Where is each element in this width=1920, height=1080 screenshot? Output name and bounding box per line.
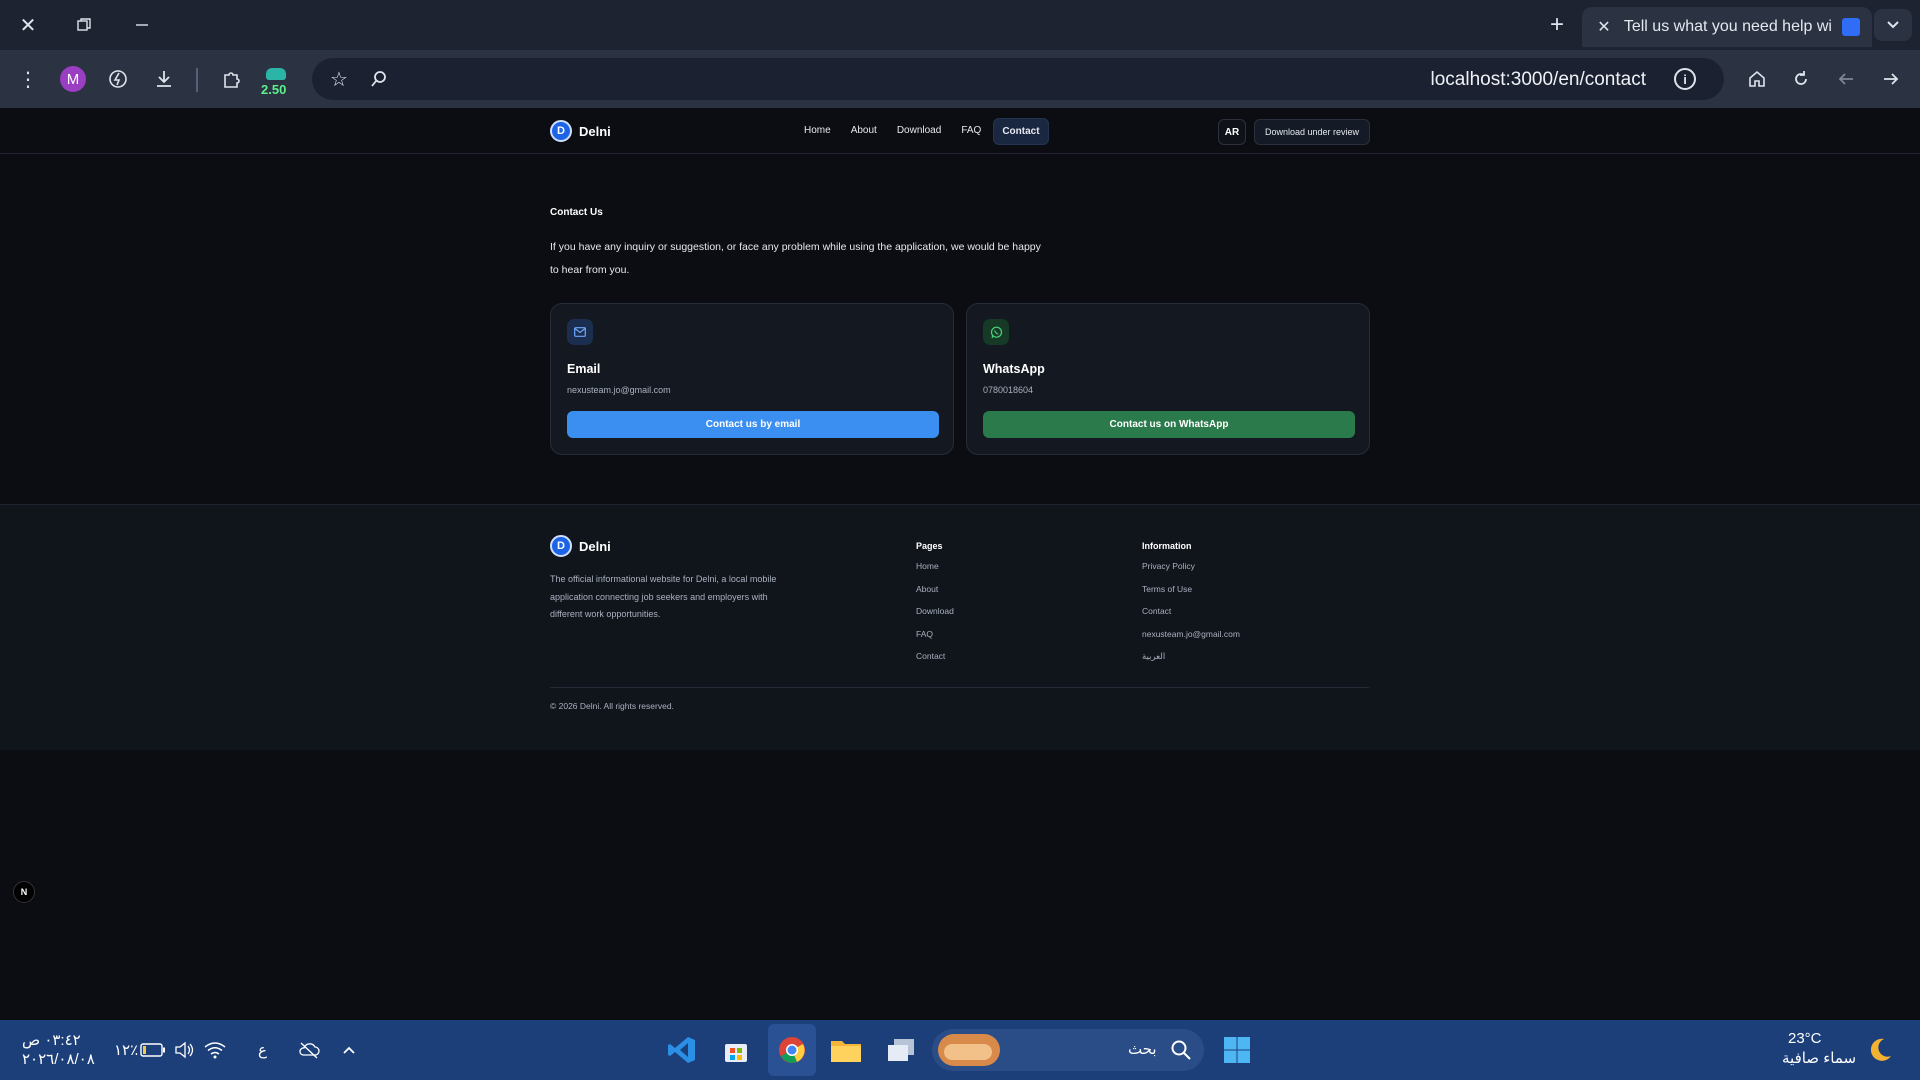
- back-arrow-icon[interactable]: [1829, 62, 1863, 96]
- footer-link-faq[interactable]: FAQ: [916, 629, 954, 652]
- microsoft-store-icon[interactable]: [719, 1033, 753, 1067]
- moon-weather-icon[interactable]: [1862, 1033, 1896, 1067]
- page-title: Contact Us: [550, 207, 603, 218]
- contact-description: If you have any inquiry or suggestion, o…: [550, 241, 1041, 276]
- url-text[interactable]: localhost:3000/en/contact: [1431, 69, 1647, 91]
- taskbar-time[interactable]: ٠٣:٤٢ ص: [22, 1031, 81, 1049]
- email-card-title: Email: [567, 362, 601, 376]
- site-navbar: D Delni Home About Download FAQ Contact …: [0, 108, 1920, 154]
- taskbar-search-box[interactable]: بحث: [932, 1029, 1204, 1071]
- wifi-icon[interactable]: [198, 1033, 232, 1067]
- browser-tab[interactable]: ✕ Tell us what you need help with: [1582, 7, 1872, 47]
- delni-logo-icon: D: [550, 120, 572, 142]
- contact-email-button[interactable]: Contact us by email: [567, 411, 939, 438]
- toolbar-divider: [196, 68, 198, 92]
- email-card: Email nexusteam.jo@gmail.com Contact us …: [550, 303, 954, 455]
- footer-information-title: Information: [1142, 541, 1192, 551]
- language-toggle-button[interactable]: AR: [1218, 119, 1246, 145]
- nav-faq[interactable]: FAQ: [953, 118, 989, 145]
- home-icon[interactable]: [1740, 62, 1774, 96]
- footer-logo[interactable]: D Delni: [550, 535, 611, 557]
- mail-icon: [567, 319, 593, 345]
- footer-divider: [550, 687, 1369, 688]
- windows-start-icon[interactable]: [1220, 1033, 1254, 1067]
- whatsapp-number: 0780018604: [983, 385, 1034, 395]
- download-under-review-button[interactable]: Download under review: [1254, 119, 1370, 145]
- whatsapp-icon: [983, 319, 1009, 345]
- contact-whatsapp-button[interactable]: Contact us on WhatsApp: [983, 411, 1355, 438]
- footer-link-privacy[interactable]: Privacy Policy: [1142, 561, 1240, 584]
- footer-link-download[interactable]: Download: [916, 606, 954, 629]
- nav-home[interactable]: Home: [796, 118, 839, 145]
- site-info-icon[interactable]: i: [1674, 68, 1696, 90]
- reload-icon[interactable]: [1784, 62, 1818, 96]
- nextjs-dev-badge[interactable]: N: [13, 881, 35, 903]
- nav-links: Home About Download FAQ Contact: [796, 118, 1049, 145]
- restore-window-icon[interactable]: [64, 8, 104, 42]
- new-tab-button[interactable]: +: [1540, 8, 1574, 42]
- extension-badge-count: 2.50: [261, 82, 287, 97]
- browser-tab-bar: ✕ + ✕ Tell us what you need help with: [0, 0, 1920, 50]
- forward-arrow-icon[interactable]: [1874, 62, 1908, 96]
- web-page: D Delni Home About Download FAQ Contact …: [0, 108, 1920, 1020]
- vscode-app-icon[interactable]: [665, 1033, 699, 1067]
- address-bar[interactable]: ☆ localhost:3000/en/contact i: [312, 58, 1724, 100]
- tab-favicon-icon: [1842, 18, 1861, 36]
- cloud-off-icon[interactable]: [292, 1033, 326, 1067]
- zoom-search-icon[interactable]: [362, 62, 396, 96]
- profile-avatar[interactable]: M: [60, 66, 86, 92]
- nav-about[interactable]: About: [843, 118, 885, 145]
- download-icon[interactable]: [147, 62, 181, 96]
- tab-search-chevron-icon[interactable]: [1874, 9, 1912, 41]
- footer-link-arabic[interactable]: العربية: [1142, 651, 1240, 674]
- delni-logo-icon: D: [550, 535, 572, 557]
- footer-link-email[interactable]: nexusteam.jo@gmail.com: [1142, 629, 1240, 652]
- extensions-puzzle-icon[interactable]: [214, 62, 248, 96]
- nav-download[interactable]: Download: [889, 118, 949, 145]
- footer-pages-column: Pages Home About Download FAQ Contact: [916, 541, 954, 674]
- footer-link-contact[interactable]: Contact: [916, 651, 954, 674]
- performance-icon[interactable]: [101, 62, 135, 96]
- tab-title: Tell us what you need help with: [1623, 18, 1833, 35]
- site-logo[interactable]: D Delni: [550, 120, 611, 142]
- close-window-icon[interactable]: ✕: [8, 8, 48, 42]
- bookmark-star-icon[interactable]: ☆: [322, 62, 356, 96]
- battery-percent: ١٢٪: [114, 1042, 139, 1059]
- nav-contact[interactable]: Contact: [993, 118, 1049, 145]
- search-placeholder: بحث: [1128, 1041, 1157, 1058]
- search-highlight-image: [938, 1034, 1000, 1066]
- close-tab-icon[interactable]: ✕: [1594, 17, 1614, 37]
- input-language-indicator[interactable]: ع: [258, 1041, 267, 1059]
- site-footer: D Delni The official informational websi…: [0, 504, 1920, 750]
- show-hidden-icons-chevron-icon[interactable]: [332, 1033, 366, 1067]
- weather-description[interactable]: سماء صافية: [1782, 1049, 1856, 1067]
- windows-app-icon[interactable]: [884, 1033, 918, 1067]
- footer-link-about[interactable]: About: [916, 584, 954, 607]
- chrome-app-icon[interactable]: [775, 1033, 809, 1067]
- minimize-window-icon[interactable]: [122, 8, 162, 42]
- footer-brand-name: Delni: [579, 538, 611, 554]
- brand-name: Delni: [579, 123, 611, 139]
- footer-link-home[interactable]: Home: [916, 561, 954, 584]
- search-icon: [1164, 1033, 1198, 1067]
- email-address: nexusteam.jo@gmail.com: [567, 385, 671, 395]
- extension-badge-icon[interactable]: 2.50: [258, 66, 294, 98]
- whatsapp-card: WhatsApp 0780018604 Contact us on WhatsA…: [966, 303, 1370, 455]
- menu-kebab-icon[interactable]: ⋮: [11, 62, 45, 96]
- footer-information-column: Information Privacy Policy Terms of Use …: [1142, 541, 1240, 674]
- battery-icon[interactable]: [136, 1033, 170, 1067]
- footer-link-terms[interactable]: Terms of Use: [1142, 584, 1240, 607]
- weather-temperature[interactable]: 23°C: [1788, 1030, 1822, 1047]
- taskbar-date[interactable]: ٢٠٢٦/٠٨/٠٨: [22, 1050, 95, 1068]
- footer-description: The official informational website for D…: [550, 574, 777, 619]
- footer-copyright: © 2026 Delni. All rights reserved.: [550, 701, 674, 711]
- footer-link-info-contact[interactable]: Contact: [1142, 606, 1240, 629]
- whatsapp-card-title: WhatsApp: [983, 362, 1045, 376]
- footer-pages-title: Pages: [916, 541, 943, 551]
- file-explorer-icon[interactable]: [829, 1033, 863, 1067]
- volume-icon[interactable]: [167, 1033, 201, 1067]
